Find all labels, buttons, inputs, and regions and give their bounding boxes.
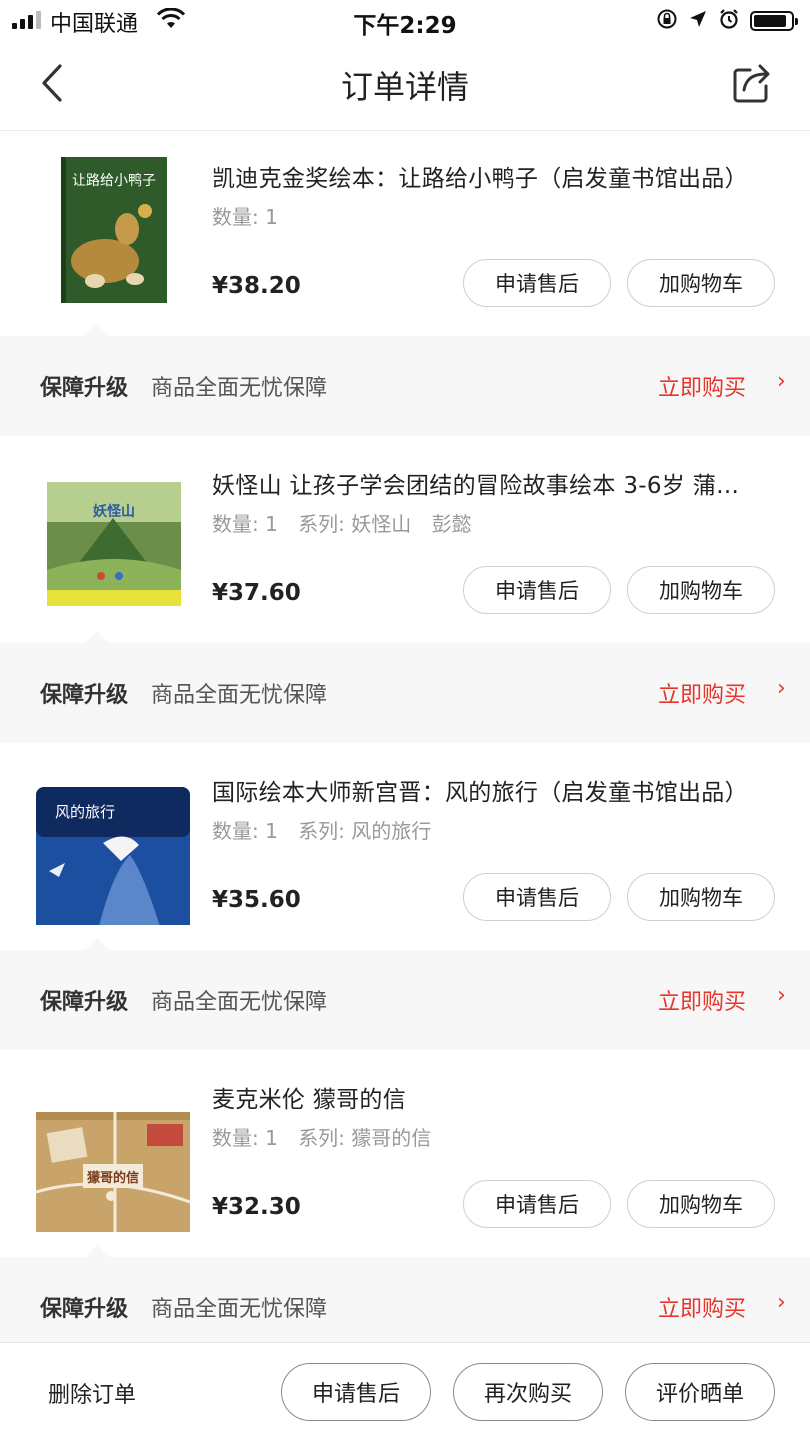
product-title[interactable]: 妖怪山 让孩子学会团结的冒险故事绘本 3-6岁 蒲公英童书馆出品 <box>212 466 762 500</box>
apply-aftersale-button[interactable]: 申请售后 <box>281 1363 431 1421</box>
add-to-cart-button[interactable]: 加购物车 <box>627 566 775 614</box>
orientation-lock-icon <box>656 8 678 34</box>
share-icon <box>733 64 770 103</box>
product-author: 彭懿 <box>431 512 472 536</box>
rebuy-button[interactable]: 再次购买 <box>453 1363 603 1421</box>
order-item[interactable]: 让路给小鸭子 凯迪克金奖绘本：让路给小鸭子（启发童书馆出品） 数量: 1 ¥38… <box>0 131 810 336</box>
warranty-desc: 商品全面无忧保障 <box>151 376 328 401</box>
product-cover-image[interactable]: 妖怪山 <box>35 458 191 618</box>
caret-up-icon <box>85 324 109 336</box>
product-meta: 数量: 1 系列: 妖怪山 彭懿 <box>212 508 486 537</box>
product-price: ¥38.20 <box>212 273 301 299</box>
product-title[interactable]: 凯迪克金奖绘本：让路给小鸭子（启发童书馆出品） <box>212 159 762 193</box>
product-cover-image[interactable]: 风的旅行 <box>35 765 191 925</box>
add-to-cart-button[interactable]: 加购物车 <box>627 259 775 307</box>
warranty-upgrade-row[interactable]: 保障升级 商品全面无忧保障 立即购买 › <box>0 1245 810 1342</box>
cover-title: 让路给小鸭子 <box>72 172 156 188</box>
add-to-cart-button[interactable]: 加购物车 <box>627 873 775 921</box>
buy-now-link[interactable]: 立即购买 <box>658 984 746 1016</box>
cover-title: 风的旅行 <box>55 804 115 821</box>
chevron-right-icon: › <box>777 983 786 1008</box>
buy-now-link[interactable]: 立即购买 <box>658 370 746 402</box>
product-series: 系列: 獴哥的信 <box>298 1126 432 1150</box>
product-quantity: 数量: 1 <box>212 1126 278 1150</box>
product-price: ¥35.60 <box>212 887 301 913</box>
buy-now-link[interactable]: 立即购买 <box>658 1291 746 1323</box>
bottom-action-bar: 删除订单 申请售后 再次购买 评价晒单 <box>0 1342 810 1441</box>
product-quantity: 数量: 1 <box>212 205 278 229</box>
warranty-upgrade-row[interactable]: 保障升级 商品全面无忧保障 立即购买 › <box>0 631 810 743</box>
delete-order-button[interactable]: 删除订单 <box>48 1377 136 1409</box>
product-quantity: 数量: 1 <box>212 512 278 536</box>
alarm-icon <box>718 8 740 34</box>
cover-title: 獴哥的信 <box>86 1170 139 1185</box>
chevron-right-icon: › <box>777 676 786 701</box>
share-button[interactable] <box>730 60 774 106</box>
warranty-desc: 商品全面无忧保障 <box>151 1297 328 1322</box>
product-price: ¥32.30 <box>212 1194 301 1220</box>
status-bar: 中国联通 下午2:29 <box>0 0 810 40</box>
apply-aftersale-button[interactable]: 申请售后 <box>463 1180 611 1228</box>
warranty-upgrade-row[interactable]: 保障升级 商品全面无忧保障 立即购买 › <box>0 938 810 1050</box>
warranty-label: 保障升级 <box>40 990 129 1015</box>
order-item[interactable]: 獴哥的信 麦克米伦 獴哥的信 数量: 1 系列: 獴哥的信 ¥32.30 申请售… <box>0 1052 810 1257</box>
buy-now-link[interactable]: 立即购买 <box>658 677 746 709</box>
caret-up-icon <box>85 631 109 643</box>
cover-title: 妖怪山 <box>93 503 135 519</box>
product-cover-image[interactable]: 让路给小鸭子 <box>35 151 191 311</box>
nav-bar: 订单详情 <box>0 40 810 131</box>
chevron-right-icon: › <box>777 1290 786 1315</box>
product-meta: 数量: 1 <box>212 201 292 230</box>
order-item[interactable]: 妖怪山 妖怪山 让孩子学会团结的冒险故事绘本 3-6岁 蒲公英童书馆出品 数量:… <box>0 438 810 643</box>
product-cover-image[interactable]: 獴哥的信 <box>35 1072 191 1232</box>
product-series: 系列: 风的旅行 <box>298 819 432 843</box>
warranty-label: 保障升级 <box>40 683 129 708</box>
caret-up-icon <box>85 938 109 950</box>
apply-aftersale-button[interactable]: 申请售后 <box>463 566 611 614</box>
order-item[interactable]: 风的旅行 国际绘本大师新宫晋：风的旅行（启发童书馆出品） 数量: 1 系列: 风… <box>0 745 810 950</box>
add-to-cart-button[interactable]: 加购物车 <box>627 1180 775 1228</box>
warranty-label: 保障升级 <box>40 376 129 401</box>
product-meta: 数量: 1 系列: 獴哥的信 <box>212 1122 445 1151</box>
apply-aftersale-button[interactable]: 申请售后 <box>463 259 611 307</box>
product-meta: 数量: 1 系列: 风的旅行 <box>212 815 445 844</box>
warranty-label: 保障升级 <box>40 1297 129 1322</box>
product-price: ¥37.60 <box>212 580 301 606</box>
product-series: 系列: 妖怪山 <box>298 512 412 536</box>
location-icon <box>688 9 708 33</box>
chevron-right-icon: › <box>777 369 786 394</box>
product-quantity: 数量: 1 <box>212 819 278 843</box>
review-button[interactable]: 评价晒单 <box>625 1363 775 1421</box>
apply-aftersale-button[interactable]: 申请售后 <box>463 873 611 921</box>
caret-up-icon <box>85 1245 109 1257</box>
product-title[interactable]: 国际绘本大师新宫晋：风的旅行（启发童书馆出品） <box>212 773 762 807</box>
warranty-desc: 商品全面无忧保障 <box>151 683 328 708</box>
warranty-desc: 商品全面无忧保障 <box>151 990 328 1015</box>
warranty-upgrade-row[interactable]: 保障升级 商品全面无忧保障 立即购买 › <box>0 324 810 436</box>
battery-icon <box>750 11 798 31</box>
page-title: 订单详情 <box>340 68 469 106</box>
product-title[interactable]: 麦克米伦 獴哥的信 <box>212 1080 762 1114</box>
